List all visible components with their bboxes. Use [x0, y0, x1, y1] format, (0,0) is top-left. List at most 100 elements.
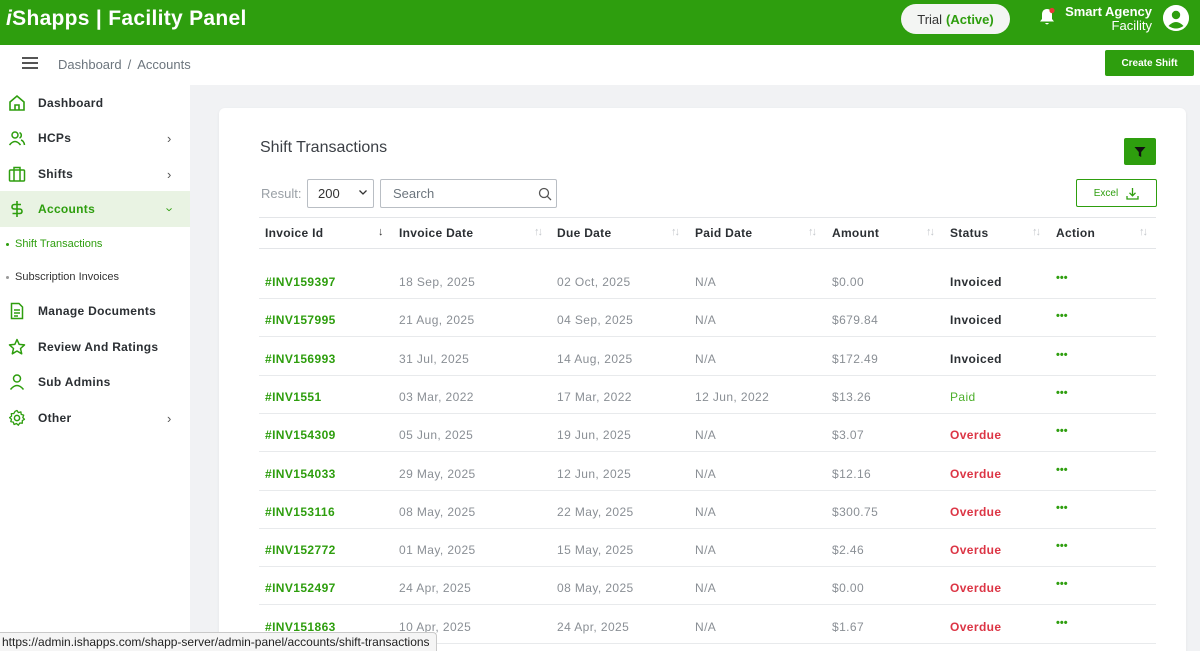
briefcase-icon: [8, 166, 26, 182]
paid-date-cell: N/A: [695, 428, 717, 443]
more-actions-icon[interactable]: •••: [1056, 464, 1068, 476]
more-actions-icon[interactable]: •••: [1056, 310, 1068, 322]
invoice-date-cell: 31 Jul, 2025: [399, 351, 470, 366]
sort-icon[interactable]: ↑↓: [534, 226, 543, 238]
more-actions-icon[interactable]: •••: [1056, 502, 1068, 514]
column-header-invoice-id[interactable]: Invoice Id: [265, 226, 323, 240]
invoice-id-link[interactable]: #INV157995: [265, 313, 336, 327]
result-count-select[interactable]: 200: [307, 179, 374, 208]
result-label: Result:: [261, 186, 302, 201]
amount-cell: $300.75: [832, 504, 879, 519]
chevron-right-icon: ›: [167, 166, 172, 182]
invoice-id-link[interactable]: #INV156993: [265, 352, 336, 366]
document-icon: [10, 302, 24, 320]
sidebar-item-review-and-ratings[interactable]: Review And Ratings: [0, 329, 190, 365]
status-badge: Overdue: [950, 543, 1002, 558]
column-header-amount[interactable]: Amount: [832, 226, 879, 240]
sort-icon[interactable]: ↑↓: [1032, 226, 1041, 238]
column-header-paid-date[interactable]: Paid Date: [695, 226, 752, 240]
app-title[interactable]: iShapps | Facility Panel: [6, 7, 247, 31]
user-icon: [9, 374, 25, 390]
breadcrumb-accounts[interactable]: Accounts: [137, 57, 190, 72]
star-icon: [8, 338, 26, 355]
invoice-id-link[interactable]: #INV153116: [265, 505, 335, 519]
sidebar-item-hcps[interactable]: HCPs ›: [0, 120, 190, 156]
status-badge: Invoiced: [950, 351, 1002, 366]
sidebar-item-dashboard[interactable]: Dashboard: [0, 85, 190, 121]
status-badge: Paid: [950, 389, 976, 404]
status-badge: Overdue: [950, 581, 1002, 596]
more-actions-icon[interactable]: •••: [1056, 617, 1068, 629]
search-icon[interactable]: [538, 187, 552, 201]
sidebar: Dashboard HCPs › Shifts › Accounts › Shi…: [0, 85, 190, 651]
gear-icon: [8, 409, 26, 426]
breadcrumb-dashboard[interactable]: Dashboard: [58, 57, 122, 72]
invoice-id-link[interactable]: #INV152772: [265, 543, 336, 557]
sidebar-item-accounts[interactable]: Accounts ›: [0, 191, 190, 227]
hamburger-menu-icon[interactable]: [22, 57, 38, 71]
more-actions-icon[interactable]: •••: [1056, 578, 1068, 590]
top-bar: iShapps | Facility Panel Trial (Active) …: [0, 0, 1200, 45]
user-role: Facility: [1111, 18, 1152, 33]
sidebar-item-other[interactable]: Other ›: [0, 400, 190, 436]
invoice-date-cell: 18 Sep, 2025: [399, 275, 476, 289]
filter-button[interactable]: [1124, 138, 1156, 165]
table-row: #INV154309 05 Jun, 2025 19 Jun, 2025 N/A $3.…: [259, 414, 1156, 453]
amount-cell: $12.16: [832, 466, 872, 481]
sort-desc-icon[interactable]: ↓: [378, 226, 383, 238]
sort-icon[interactable]: ↑↓: [1139, 226, 1148, 238]
due-date-cell: 12 Jun, 2025: [557, 466, 632, 481]
sort-icon[interactable]: ↑↓: [671, 226, 680, 238]
sidebar-item-label: Review And Ratings: [38, 340, 159, 354]
sidebar-subitem-subscription-invoices[interactable]: Subscription Invoices: [0, 265, 190, 289]
create-shift-button[interactable]: Create Shift: [1105, 50, 1194, 76]
more-actions-icon[interactable]: •••: [1056, 540, 1068, 552]
search-field[interactable]: [380, 179, 557, 208]
invoice-date-cell: 01 May, 2025: [399, 543, 476, 558]
trial-status-button[interactable]: Trial (Active): [901, 4, 1010, 34]
filter-icon: [1134, 146, 1146, 157]
more-actions-icon[interactable]: •••: [1056, 272, 1068, 284]
breadcrumb-bar: Dashboard / Accounts Create Shift: [0, 45, 1200, 85]
invoice-id-link[interactable]: #INV1551: [265, 390, 322, 404]
bell-icon[interactable]: [1037, 7, 1057, 27]
breadcrumb: Dashboard / Accounts: [58, 57, 191, 72]
sidebar-subitem-shift-transactions[interactable]: Shift Transactions: [0, 232, 190, 256]
sort-icon[interactable]: ↑↓: [926, 226, 935, 238]
invoice-id-link[interactable]: #INV159397: [265, 275, 336, 289]
sidebar-item-manage-documents[interactable]: Manage Documents: [0, 293, 190, 329]
invoice-date-cell: 29 May, 2025: [399, 466, 476, 481]
column-header-status[interactable]: Status: [950, 226, 988, 240]
table-row: #INV159397 18 Sep, 2025 02 Oct, 2025 N/A $0.…: [259, 261, 1156, 299]
sidebar-item-shifts[interactable]: Shifts ›: [0, 156, 190, 192]
invoice-id-link[interactable]: #INV154309: [265, 428, 336, 442]
table-row: #INV1551 03 Mar, 2022 17 Mar, 2022 12 Jun, …: [259, 376, 1156, 414]
more-actions-icon[interactable]: •••: [1056, 425, 1068, 437]
amount-cell: $0.00: [832, 275, 865, 289]
sidebar-item-sub-admins[interactable]: Sub Admins: [0, 364, 190, 400]
due-date-cell: 24 Apr, 2025: [557, 619, 630, 634]
more-actions-icon[interactable]: •••: [1056, 349, 1068, 361]
bullet-icon: [6, 275, 9, 279]
avatar-icon[interactable]: [1163, 5, 1189, 31]
download-icon: [1126, 187, 1139, 200]
invoice-id-link[interactable]: #INV152497: [265, 581, 336, 595]
table-row: #INV153116 08 May, 2025 22 May, 2025 N/A $30…: [259, 491, 1156, 529]
invoice-id-link[interactable]: #INV154033: [265, 467, 336, 481]
sort-icon[interactable]: ↑↓: [808, 226, 817, 238]
table-header: Invoice Id ↓ Invoice Date ↑↓ Due Date ↑↓…: [259, 217, 1156, 249]
invoice-date-cell: 24 Apr, 2025: [399, 581, 472, 596]
column-header-action: Action: [1056, 226, 1096, 240]
status-badge: Overdue: [950, 619, 1002, 634]
column-header-due-date[interactable]: Due Date: [557, 226, 611, 240]
excel-export-button[interactable]: Excel: [1076, 179, 1157, 207]
column-header-invoice-date[interactable]: Invoice Date: [399, 226, 473, 240]
sidebar-item-label: HCPs: [38, 131, 72, 145]
user-info[interactable]: Smart Agency Facility: [1065, 5, 1152, 33]
sidebar-subitem-label: Subscription Invoices: [15, 271, 119, 283]
more-actions-icon[interactable]: •••: [1056, 387, 1068, 399]
due-date-cell: 15 May, 2025: [557, 543, 634, 558]
result-count-value: 200: [318, 186, 340, 201]
amount-cell: $172.49: [832, 351, 879, 366]
search-input[interactable]: [381, 180, 531, 207]
